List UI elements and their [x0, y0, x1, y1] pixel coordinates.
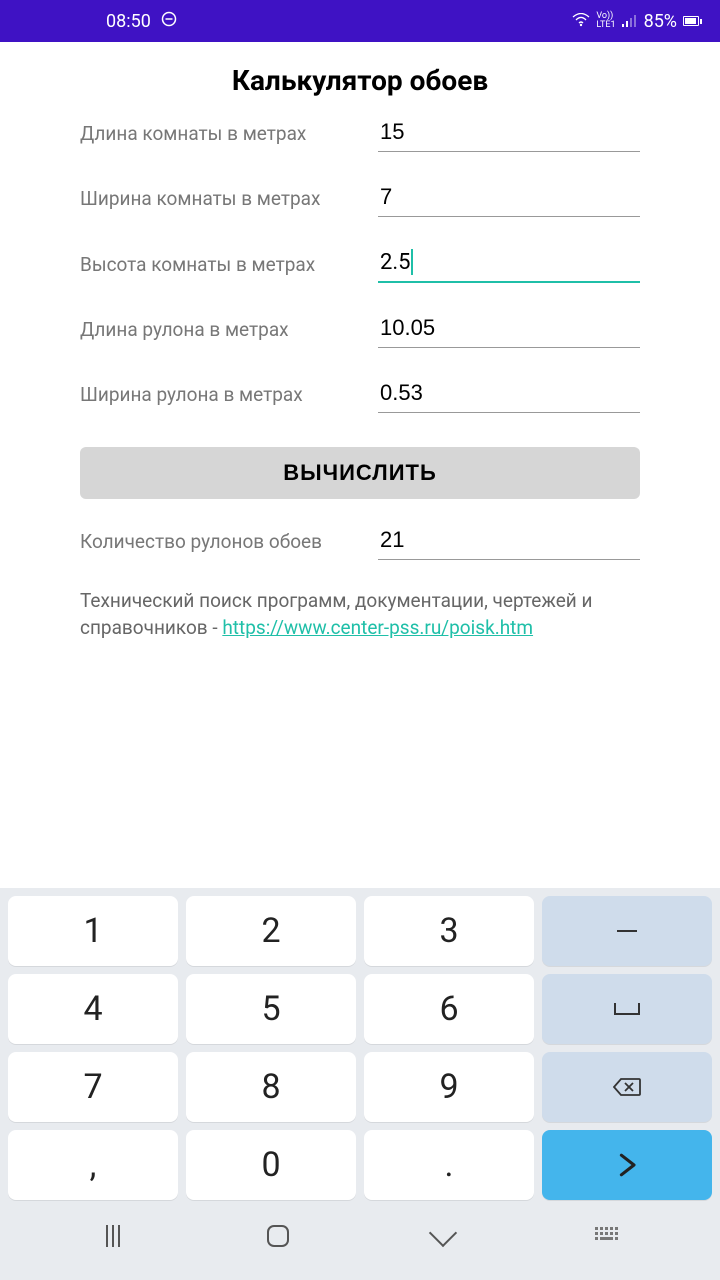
battery-icon	[683, 16, 702, 26]
nav-home[interactable]	[258, 1220, 298, 1252]
label-room-width: Ширина комнаты в метрах	[80, 187, 378, 210]
keyboard-icon	[595, 1227, 621, 1245]
recent-icon	[106, 1225, 120, 1247]
numeric-keyboard: 1 2 3 4 5 6 7 8 9 , 0 .	[0, 888, 720, 1280]
key-comma[interactable]: ,	[8, 1130, 178, 1200]
status-bar: 08:50 Vo)) LTE1 85%	[0, 0, 720, 42]
key-9[interactable]: 9	[364, 1052, 534, 1122]
navigation-bar	[0, 1208, 720, 1264]
chevron-down-icon	[428, 1219, 456, 1247]
key-1[interactable]: 1	[8, 896, 178, 966]
space-icon	[614, 1003, 640, 1015]
label-roll-length: Длина рулона в метрах	[80, 318, 378, 341]
dnd-icon	[161, 11, 177, 32]
key-2[interactable]: 2	[186, 896, 356, 966]
calculator-form: Длина комнаты в метрах Ширина комнаты в …	[0, 115, 720, 560]
home-icon	[267, 1225, 289, 1247]
page-title: Калькулятор обоев	[0, 64, 720, 97]
row-result: Количество рулонов обоев	[80, 523, 640, 560]
key-7[interactable]: 7	[8, 1052, 178, 1122]
key-dot[interactable]: .	[364, 1130, 534, 1200]
key-0[interactable]: 0	[186, 1130, 356, 1200]
input-room-width[interactable]	[378, 180, 640, 217]
input-room-length[interactable]	[378, 115, 640, 152]
backspace-icon	[613, 1073, 641, 1101]
row-room-length: Длина комнаты в метрах	[80, 115, 640, 152]
nav-keyboard-switch[interactable]	[588, 1220, 628, 1252]
footer-link[interactable]: https://www.center-pss.ru/poisk.htm	[222, 616, 533, 639]
status-time: 08:50	[106, 11, 151, 32]
input-room-height[interactable]: 2.5	[378, 245, 640, 283]
label-room-height: Высота комнаты в метрах	[80, 253, 378, 276]
battery-percent: 85%	[644, 11, 677, 32]
volte-icon: Vo)) LTE1	[596, 12, 615, 30]
minus-icon	[617, 930, 637, 932]
output-result[interactable]	[378, 523, 640, 560]
input-roll-length[interactable]	[378, 311, 640, 348]
signal-icon	[622, 11, 638, 32]
label-roll-width: Ширина рулона в метрах	[80, 383, 378, 406]
arrow-right-icon	[613, 1151, 641, 1179]
key-next[interactable]	[542, 1130, 712, 1200]
wifi-icon	[572, 11, 590, 32]
row-room-height: Высота комнаты в метрах 2.5	[80, 245, 640, 283]
key-5[interactable]: 5	[186, 974, 356, 1044]
key-backspace[interactable]	[542, 1052, 712, 1122]
key-space[interactable]	[542, 974, 712, 1044]
key-8[interactable]: 8	[186, 1052, 356, 1122]
key-minus[interactable]	[542, 896, 712, 966]
row-roll-width: Ширина рулона в метрах	[80, 376, 640, 413]
row-roll-length: Длина рулона в метрах	[80, 311, 640, 348]
footer-text: Технический поиск программ, документации…	[0, 588, 720, 641]
label-room-length: Длина комнаты в метрах	[80, 122, 378, 145]
label-result: Количество рулонов обоев	[80, 530, 378, 553]
nav-back[interactable]	[423, 1220, 463, 1252]
row-room-width: Ширина комнаты в метрах	[80, 180, 640, 217]
calculate-button[interactable]: ВЫЧИСЛИТЬ	[80, 447, 640, 499]
key-6[interactable]: 6	[364, 974, 534, 1044]
text-caret	[411, 249, 413, 275]
nav-recent[interactable]	[93, 1220, 133, 1252]
key-3[interactable]: 3	[364, 896, 534, 966]
key-4[interactable]: 4	[8, 974, 178, 1044]
input-roll-width[interactable]	[378, 376, 640, 413]
